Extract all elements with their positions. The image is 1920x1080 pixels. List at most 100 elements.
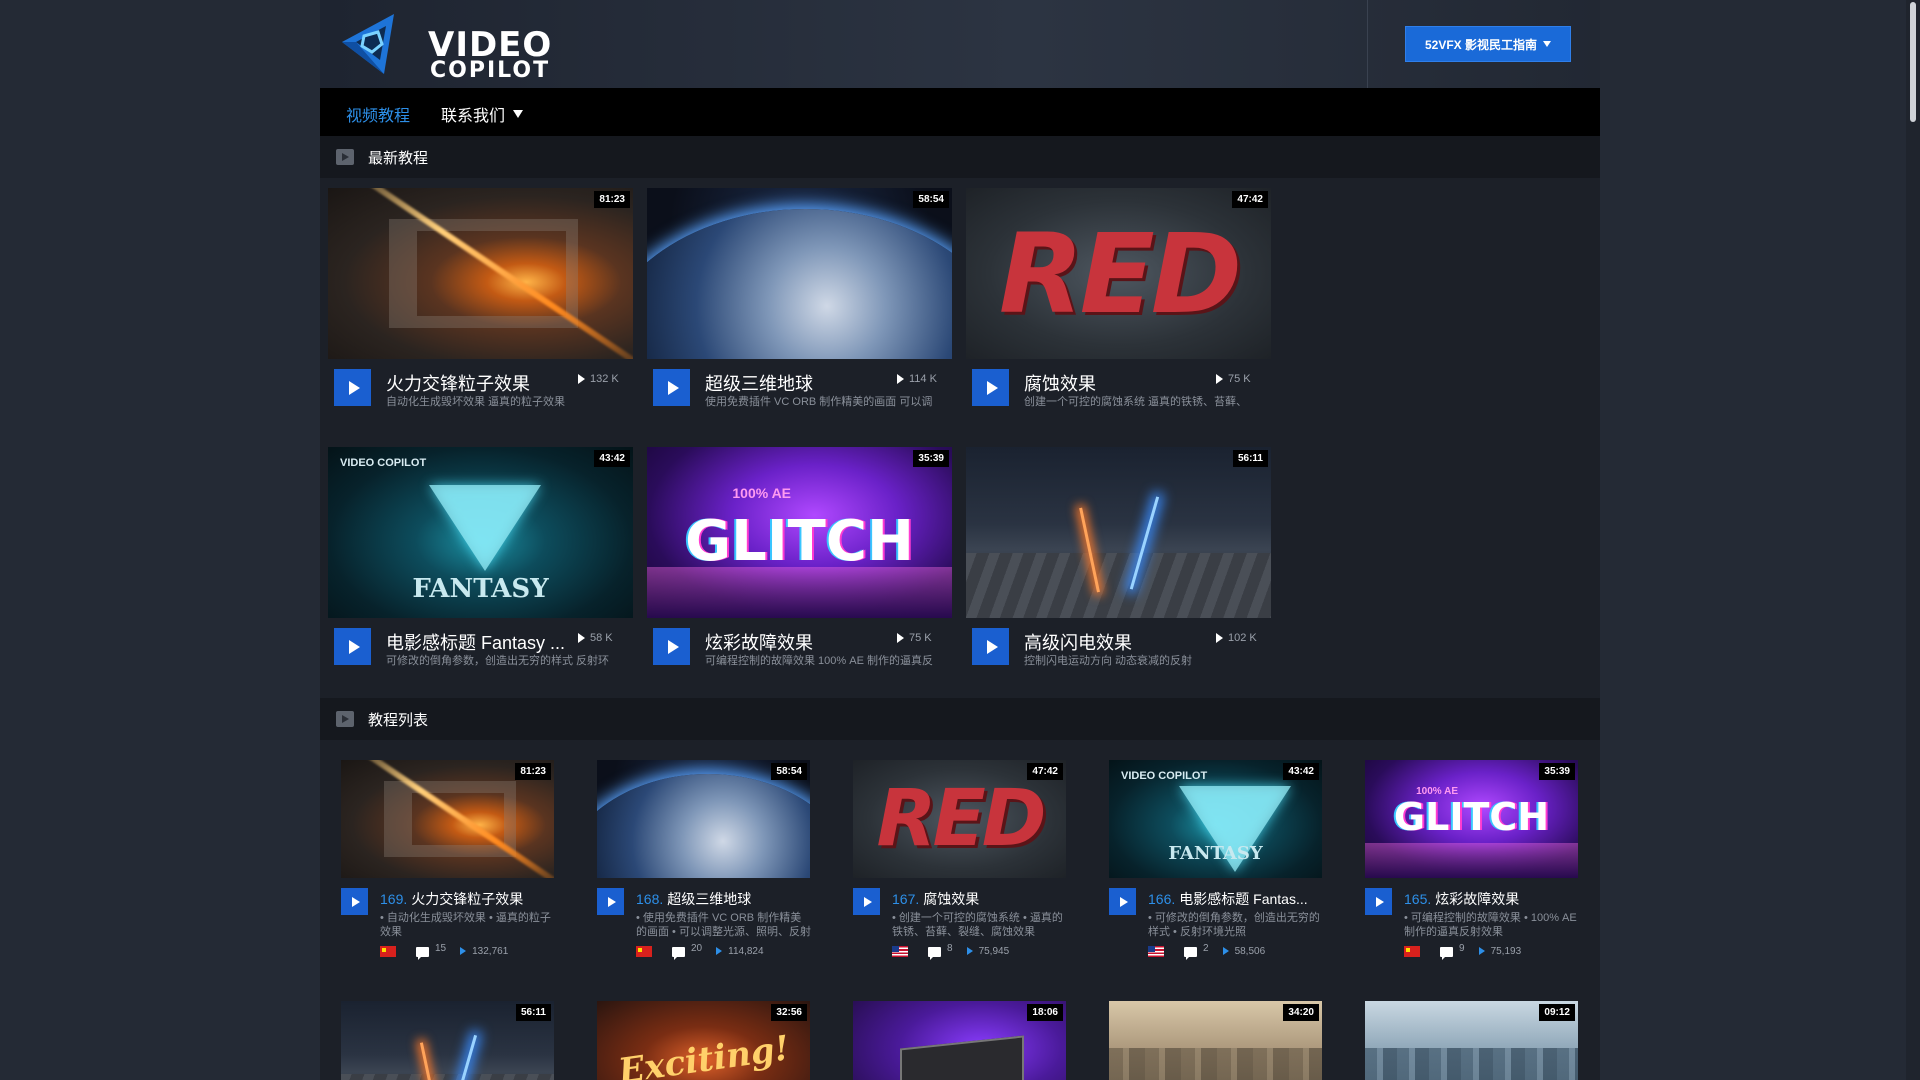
duration-badge: 18:06: [1027, 1004, 1063, 1021]
nav-contact[interactable]: 联系我们: [441, 102, 524, 126]
view-count: 102 K: [1216, 632, 1257, 644]
video-thumbnail[interactable]: 56:11: [341, 1001, 554, 1080]
video-title[interactable]: 168. 超级三维地球: [636, 889, 811, 909]
thumbnail-art: 100% AE GLITCH: [647, 447, 952, 618]
featured-card[interactable]: 100% AE GLITCH 35:39 炫彩故障效果 75 K 可编程控制的故障效果 1…: [647, 447, 952, 697]
video-thumbnail[interactable]: VIDEO COPILOT FANTASY 43:42: [328, 447, 633, 618]
site-header: VIDEO COPILOT 52VFX 影视民工指南: [320, 0, 1600, 88]
view-count-value: 132,761: [472, 945, 509, 957]
duration-badge: 32:56: [771, 1004, 807, 1021]
featured-card[interactable]: VIDEO COPILOT FANTASY 43:42 电影感标题 Fantasy .…: [328, 447, 633, 697]
featured-card[interactable]: 58:54 超级三维地球 114 K 使用免费插件 VC ORB 制作精美的画面 可以…: [647, 188, 952, 438]
comment-icon: [1184, 947, 1197, 960]
video-thumbnail[interactable]: 18:06: [853, 1001, 1066, 1080]
view-count-value: 75 K: [909, 632, 932, 644]
view-count-value: 58,506: [1234, 945, 1266, 957]
play-icon: [348, 639, 360, 654]
view-count: 75 K: [897, 632, 932, 644]
play-icon: [1119, 896, 1128, 907]
view-count: 132 K: [578, 373, 619, 385]
video-thumbnail[interactable]: 56:11: [966, 447, 1271, 618]
video-thumbnail[interactable]: 81:23: [328, 188, 633, 359]
play-button[interactable]: [1365, 888, 1392, 915]
art-mini-text: VIDEO COPILOT: [340, 457, 427, 469]
play-small-icon: [578, 374, 585, 384]
video-thumbnail[interactable]: 09:12: [1365, 1001, 1578, 1080]
tutorial-card[interactable]: 58:54 168. 超级三维地球 • 使用免费插件 VC ORB 制作精美的画面 •…: [597, 760, 812, 970]
duration-badge: 56:11: [1232, 450, 1268, 467]
tutorial-card[interactable]: 100% AE GLITCH 35:39 165. 炫彩故障效果 • 可编程控制的故障效果…: [1365, 760, 1580, 970]
main-nav: 视频教程 联系我们: [320, 88, 1600, 136]
thumbnail-art: [328, 188, 633, 359]
video-copilot-logo[interactable]: VIDEO COPILOT: [338, 12, 551, 82]
video-thumbnail[interactable]: 100% AE GLITCH 35:39: [647, 447, 952, 618]
video-description: • 使用免费插件 VC ORB 制作精美的画面 • 可以调整光源、照明、反射以: [636, 912, 811, 938]
art-text: RED: [876, 774, 1046, 864]
featured-card[interactable]: RED 47:42 腐蚀效果 75 K 创建一个可控的腐蚀系统 逼真的铁锈、苔藓、: [966, 188, 1271, 438]
comment-count: 15: [435, 942, 447, 954]
play-button[interactable]: [334, 369, 371, 406]
video-description: • 可修改的倒角参数，创造出无穷的样式 • 反射环境光照: [1148, 912, 1320, 938]
play-button[interactable]: [972, 628, 1009, 665]
video-meta: 2 58,506: [1148, 943, 1266, 960]
art-text: GLITCH: [685, 508, 914, 574]
video-title[interactable]: 169. 火力交锋粒子效果: [380, 889, 555, 909]
video-thumbnail[interactable]: 58:54: [597, 760, 810, 878]
tutorial-card[interactable]: 34:20: [1109, 1001, 1324, 1080]
video-thumbnail[interactable]: 34:20: [1109, 1001, 1322, 1080]
view-count: 75 K: [1216, 373, 1251, 385]
featured-card[interactable]: 81:23 火力交锋粒子效果 132 K 自动化生成毁坏效果 逼真的粒子效果: [328, 188, 633, 438]
video-thumbnail[interactable]: 100% AE GLITCH 35:39: [1365, 760, 1578, 878]
video-thumbnail[interactable]: RED 47:42: [853, 760, 1066, 878]
video-title[interactable]: 166. 电影感标题 Fantas...: [1148, 889, 1323, 909]
play-square-icon: [336, 149, 354, 165]
video-title[interactable]: 165. 炫彩故障效果: [1404, 889, 1579, 909]
comment-count: 20: [691, 942, 703, 954]
play-button[interactable]: [653, 628, 690, 665]
video-thumbnail[interactable]: RED 47:42: [966, 188, 1271, 359]
scrollbar-thumb[interactable]: [1910, 2, 1916, 122]
episode-number: 167.: [892, 891, 920, 907]
play-button[interactable]: [597, 888, 624, 915]
tutorial-card[interactable]: 56:11: [341, 1001, 556, 1080]
china-flag-icon: [1404, 945, 1420, 957]
play-button[interactable]: [853, 888, 880, 915]
play-button[interactable]: [1109, 888, 1136, 915]
video-title-text: 火力交锋粒子效果: [411, 891, 524, 907]
duration-badge: 43:42: [1283, 763, 1319, 780]
caret-down-icon: [513, 110, 524, 118]
video-thumbnail[interactable]: 81:23: [341, 760, 554, 878]
tutorial-card[interactable]: VIDEO COPILOT FANTASY 43:42 166. 电影感标题 Fanta…: [1109, 760, 1324, 970]
featured-card[interactable]: 56:11 高级闪电效果 102 K 控制闪电运动方向 动态衰减的反射: [966, 447, 1271, 697]
tutorial-card[interactable]: Exciting! 32:56: [597, 1001, 812, 1080]
comment-count: 8: [947, 942, 953, 954]
tutorial-card[interactable]: 18:06: [853, 1001, 1068, 1080]
play-button[interactable]: [972, 369, 1009, 406]
page-scrollbar[interactable]: [1906, 0, 1920, 1080]
nav-tutorials[interactable]: 视频教程: [346, 102, 410, 126]
play-button[interactable]: [341, 888, 368, 915]
guide-dropdown-button[interactable]: 52VFX 影视民工指南: [1405, 26, 1571, 62]
view-count-value: 102 K: [1228, 632, 1257, 644]
play-icon: [607, 896, 616, 907]
video-description: 控制闪电运动方向 动态衰减的反射: [1024, 655, 1193, 667]
episode-number: 169.: [380, 891, 408, 907]
video-thumbnail[interactable]: Exciting! 32:56: [597, 1001, 810, 1080]
duration-badge: 47:42: [1232, 191, 1268, 208]
thumbnail-art: VIDEO COPILOT FANTASY: [328, 447, 633, 618]
play-square-icon: [336, 711, 354, 727]
tutorial-card[interactable]: 81:23 169. 火力交锋粒子效果 • 自动化生成毁坏效果 • 逼真的粒子效果 15…: [341, 760, 556, 970]
play-button[interactable]: [334, 628, 371, 665]
play-small-icon: [897, 633, 904, 643]
tutorial-card[interactable]: 09:12: [1365, 1001, 1580, 1080]
play-button[interactable]: [653, 369, 690, 406]
video-title[interactable]: 167. 腐蚀效果: [892, 889, 1067, 909]
video-description: • 可编程控制的故障效果 • 100% AE 制作的逼真反射效果: [1404, 912, 1577, 938]
duration-badge: 81:23: [515, 763, 551, 780]
play-icon: [863, 896, 872, 907]
list-section-header: 教程列表: [320, 698, 1600, 740]
video-meta: 15 132,761: [380, 942, 509, 960]
tutorial-card[interactable]: RED 47:42 167. 腐蚀效果 • 创建一个可控的腐蚀系统 • 逼真的铁锈、苔藓…: [853, 760, 1068, 970]
video-thumbnail[interactable]: 58:54: [647, 188, 952, 359]
video-thumbnail[interactable]: VIDEO COPILOT FANTASY 43:42: [1109, 760, 1322, 878]
